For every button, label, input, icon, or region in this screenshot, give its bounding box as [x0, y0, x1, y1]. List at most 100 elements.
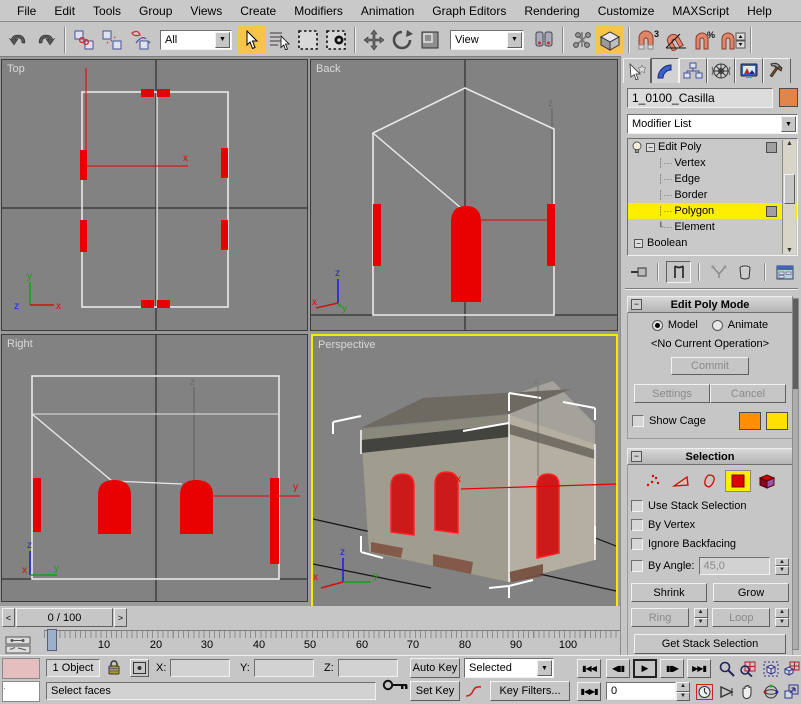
scroll-up-icon[interactable]: ▲ [783, 140, 796, 147]
use-center-icon[interactable] [530, 26, 558, 54]
stack-sub-polygon[interactable]: ┊···Polygon [628, 203, 797, 219]
arc-rotate-icon[interactable] [760, 681, 781, 702]
y-coord-input[interactable] [254, 659, 314, 677]
scroll-down-icon[interactable]: ▼ [783, 247, 796, 254]
object-name-field[interactable]: 1_0100_Casilla [627, 88, 773, 108]
ignore-backfacing-row[interactable]: Ignore Backfacing [631, 538, 789, 550]
key-mode-toggle-icon[interactable]: ▮◀▶▮ [577, 682, 601, 701]
subobject-vertex-icon[interactable] [641, 471, 665, 491]
time-prev-button[interactable]: < [2, 608, 15, 627]
bind-spacewarp-icon[interactable] [126, 26, 154, 54]
time-slider-handle[interactable]: 0 / 100 [16, 608, 113, 627]
viewport-perspective[interactable]: Perspective [311, 334, 618, 611]
collapse-icon[interactable]: − [634, 239, 643, 248]
collapse-rollout-icon[interactable]: − [631, 299, 642, 310]
absolute-offset-toggle-icon[interactable] [130, 659, 149, 677]
object-color-swatch[interactable] [779, 88, 798, 107]
viewport-top-label[interactable]: Top [7, 63, 25, 75]
modifier-list-dropdown[interactable]: Modifier List ▼ [627, 114, 798, 134]
command-panel-scrollbar[interactable] [792, 298, 799, 650]
selection-filter-dropdown[interactable]: All ▼ [160, 30, 232, 50]
menu-customize[interactable]: Customize [589, 1, 664, 21]
keyboard-override-icon[interactable] [596, 26, 624, 54]
viewport-perspective-label[interactable]: Perspective [318, 339, 375, 351]
use-stack-selection-checkbox[interactable] [631, 500, 643, 512]
stack-sub-border[interactable]: ┊···Border [628, 187, 797, 203]
subobject-border-icon[interactable] [697, 471, 721, 491]
by-angle-row[interactable]: By Angle: 45,0 ▲▼ [631, 557, 789, 575]
radio-model-dot[interactable] [652, 320, 663, 331]
stack-scrollbar[interactable]: ▲ ▼ [782, 140, 796, 254]
auto-key-button[interactable]: Auto Key [410, 658, 460, 678]
selection-lock-icon[interactable] [106, 659, 122, 679]
stack-sub-vertex[interactable]: ┊···Vertex [628, 155, 797, 171]
reference-coordsys-dropdown[interactable]: View ▼ [450, 30, 524, 50]
unlink-icon[interactable] [98, 26, 126, 54]
cage-color-swatch-2[interactable] [766, 412, 788, 430]
radio-animate[interactable]: Animate [712, 319, 768, 331]
redo-icon[interactable] [32, 26, 60, 54]
time-configuration-icon[interactable] [692, 681, 716, 702]
loop-button[interactable]: Loop [712, 608, 770, 627]
z-coord-input[interactable] [338, 659, 398, 677]
snap-3d-icon[interactable]: 3 [634, 26, 662, 54]
dropdown-arrow-icon[interactable]: ▼ [537, 660, 552, 676]
zoom-all-icon[interactable] [737, 658, 758, 679]
lightbulb-icon[interactable] [631, 141, 643, 153]
maxscript-mini-listener-white[interactable]: · [2, 681, 40, 702]
use-stack-selection-row[interactable]: Use Stack Selection [631, 500, 789, 512]
default-in-out-tangent-icon[interactable] [462, 681, 486, 701]
menu-rendering[interactable]: Rendering [515, 1, 588, 21]
stack-row-editpoly[interactable]: − Edit Poly [628, 139, 797, 155]
stack-row-boolean[interactable]: − Boolean [628, 235, 797, 251]
undo-icon[interactable] [4, 26, 32, 54]
min-max-toggle-icon[interactable] [781, 681, 801, 702]
ring-spinner[interactable]: ▲▼ [694, 608, 708, 627]
field-of-view-icon[interactable] [716, 681, 737, 702]
menu-edit[interactable]: Edit [45, 1, 84, 21]
modifier-stack[interactable]: − Edit Poly ┊···Vertex ┊···Edge ┊···Bord… [627, 138, 798, 256]
pin-stack-icon[interactable] [627, 261, 650, 283]
settings-button[interactable]: Settings [634, 384, 710, 403]
select-object-icon[interactable] [238, 26, 266, 54]
manipulate-icon[interactable] [568, 26, 596, 54]
by-angle-spinner[interactable]: ▲▼ [775, 558, 789, 575]
make-unique-icon[interactable] [707, 261, 730, 283]
next-frame-icon[interactable]: ▮▮▶ [660, 659, 684, 678]
show-end-result-icon[interactable] [666, 261, 691, 283]
scale-icon[interactable] [416, 26, 444, 54]
timeline-ruler[interactable]: 0 10 20 30 40 50 60 70 80 90 100 [44, 630, 620, 654]
select-by-name-icon[interactable] [266, 26, 294, 54]
menu-file[interactable]: File [8, 1, 45, 21]
ring-button[interactable]: Ring [631, 608, 689, 627]
menu-views[interactable]: Views [181, 1, 231, 21]
collapse-icon[interactable]: − [646, 143, 655, 152]
shrink-button[interactable]: Shrink [631, 583, 707, 602]
pan-hand-icon[interactable] [737, 681, 758, 702]
menu-create[interactable]: Create [231, 1, 285, 21]
zoom-extents-icon[interactable] [760, 658, 781, 679]
current-frame-field[interactable]: 0 [606, 682, 676, 700]
grow-button[interactable]: Grow [713, 583, 789, 602]
window-crossing-icon[interactable] [322, 26, 350, 54]
by-angle-field[interactable]: 45,0 [699, 557, 770, 575]
key-mode-dropdown[interactable]: Selected ▼ [464, 658, 554, 678]
viewport-top[interactable]: Top x y x z [1, 59, 308, 331]
go-to-start-icon[interactable]: ▮◀◀ [577, 659, 601, 678]
radio-model[interactable]: Model [652, 319, 698, 331]
menu-maxscript[interactable]: MAXScript [663, 1, 738, 21]
viewport-back-label[interactable]: Back [316, 63, 340, 75]
set-key-button[interactable]: Set Key [410, 681, 460, 701]
command-panel-scroll-thumb[interactable] [793, 299, 798, 389]
go-to-end-icon[interactable]: ▶▶▮ [687, 659, 711, 678]
radio-animate-dot[interactable] [712, 320, 723, 331]
by-vertex-checkbox[interactable] [631, 519, 643, 531]
get-stack-selection-button[interactable]: Get Stack Selection [634, 634, 786, 654]
tab-modify-icon[interactable] [651, 58, 679, 83]
by-angle-checkbox[interactable] [631, 560, 643, 572]
tab-create-icon[interactable] [623, 58, 651, 83]
remove-modifier-icon[interactable] [734, 261, 757, 283]
tab-display-icon[interactable] [735, 58, 763, 83]
current-frame-marker[interactable] [47, 629, 57, 651]
dropdown-arrow-icon[interactable]: ▼ [507, 32, 522, 48]
